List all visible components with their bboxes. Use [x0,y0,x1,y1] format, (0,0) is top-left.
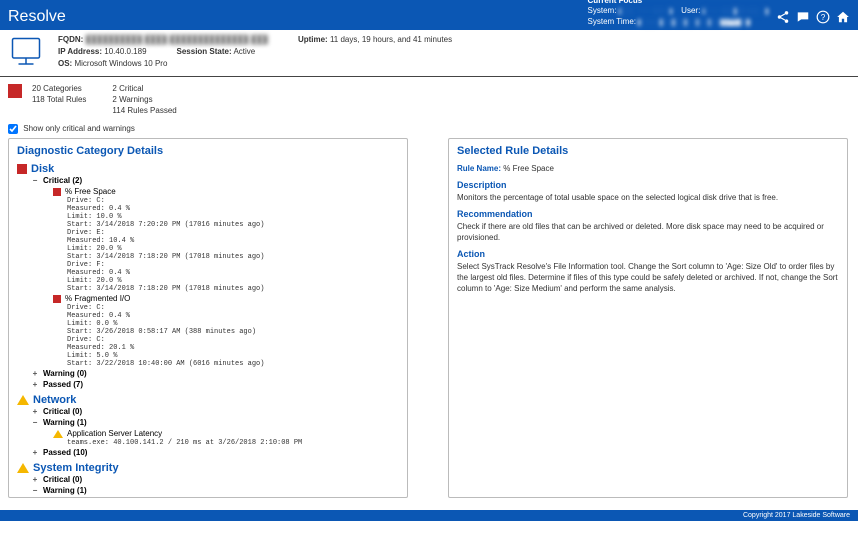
filter-row: Show only critical and warnings [0,122,858,136]
rule-app-server-latency[interactable]: Application Server Latency [53,428,399,439]
recommendation-heading: Recommendation [457,209,839,219]
rule-fragmented-io-detail: Drive: C: Measured: 0.4 % Limit: 0.0 % S… [67,304,399,368]
rule-name-value: % Free Space [503,164,554,173]
os-value: Microsoft Windows 10 Pro [74,59,167,68]
ip-label: IP Address: [58,47,102,56]
rule-free-space-detail: Drive: C: Measured: 0.4 % Limit: 10.0 % … [67,197,399,293]
filter-checkbox[interactable] [8,124,18,134]
footer: Copyright 2017 Lakeside Software [0,510,858,521]
fqdn-value: ██████████.████.██████████████.███ [86,35,268,44]
system-value: ██████████ [619,8,673,15]
disk-passed-group[interactable]: +Passed (7) [31,379,399,390]
user-label: User: [681,6,700,15]
description-heading: Description [457,180,839,190]
network-passed-group[interactable]: +Passed (10) [31,447,399,458]
warning-triangle-icon [53,430,63,438]
critical-count: 2 Critical [112,83,176,94]
share-icon[interactable] [776,10,790,26]
session-value: Active [233,47,255,56]
uptime-label: Uptime: [298,35,328,44]
categories-count: 20 Categories [32,83,86,94]
help-icon[interactable]: ? [816,10,830,26]
app-title: Resolve [8,8,66,26]
rule-fragmented-io[interactable]: % Fragmented I/O [53,293,399,304]
rule-interrupt-rate[interactable]: Interrupt Rate [53,496,399,498]
diagnostic-panel: Diagnostic Category Details Disk −Critic… [8,138,408,498]
computer-icon [8,34,44,72]
os-label: OS: [58,59,72,68]
critical-square-icon [53,188,61,196]
selected-rule-title: Selected Rule Details [457,145,839,157]
action-heading: Action [457,249,839,259]
action-text: Select SysTrack Resolve's File Informati… [457,261,839,294]
description-text: Monitors the percentage of total usable … [457,192,839,203]
category-system-integrity[interactable]: System Integrity [17,462,399,474]
category-disk[interactable]: Disk [17,163,399,175]
fqdn-label: FQDN: [58,35,83,44]
network-critical-group[interactable]: +Critical (0) [31,406,399,417]
session-label: Session State: [177,47,232,56]
chat-icon[interactable] [796,10,810,26]
rule-name-label: Rule Name: [457,164,501,173]
system-label: System: [588,6,617,15]
disk-warning-group[interactable]: +Warning (0) [31,368,399,379]
category-network[interactable]: Network [17,394,399,406]
network-warning-group[interactable]: −Warning (1) [31,417,399,428]
time-label: System Time: [588,17,636,26]
rules-count: 118 Total Rules [32,94,86,105]
critical-square-icon [17,164,27,174]
diagnostic-title: Diagnostic Category Details [17,145,399,157]
system-info-row: FQDN: ██████████.████.██████████████.███… [0,30,858,77]
critical-square-icon [8,84,22,98]
filter-text: Show only critical and warnings [23,124,135,133]
ip-value: 10.40.0.189 [104,47,146,56]
focus-label: Current Focus [588,0,643,5]
sys-critical-group[interactable]: +Critical (0) [31,474,399,485]
warning-triangle-icon [17,395,29,405]
home-icon[interactable] [836,10,850,26]
time-value: ████-██-██ ██:██:██ (UTC-█) [638,19,750,26]
rule-free-space[interactable]: % Free Space [53,186,399,197]
rule-latency-detail: teams.exe: 40.100.141.2 / 210 ms at 3/26… [67,439,399,447]
current-focus-block: Current Focus System: ██████████ User: █… [588,0,768,28]
recommendation-text: Check if there are old files that can be… [457,221,839,243]
summary-stats: 20 Categories 118 Total Rules 2 Critical… [0,77,858,122]
uptime-value: 11 days, 19 hours, and 41 minutes [330,35,452,44]
selected-rule-panel: Selected Rule Details Rule Name: % Free … [448,138,848,498]
critical-square-icon [53,295,61,303]
svg-text:?: ? [821,13,826,22]
filter-checkbox-label[interactable]: Show only critical and warnings [8,124,135,133]
user-value: ██████ ██████ [703,8,768,15]
warning-triangle-icon [17,463,29,473]
app-header: Resolve Current Focus System: ██████████… [0,0,858,30]
disk-critical-group[interactable]: −Critical (2) [31,175,399,186]
warning-triangle-icon [53,498,63,499]
warnings-count: 2 Warnings [112,94,176,105]
footer-text: Copyright 2017 Lakeside Software [743,512,850,519]
sys-warning-group[interactable]: −Warning (1) [31,485,399,496]
passed-count: 114 Rules Passed [112,105,176,116]
